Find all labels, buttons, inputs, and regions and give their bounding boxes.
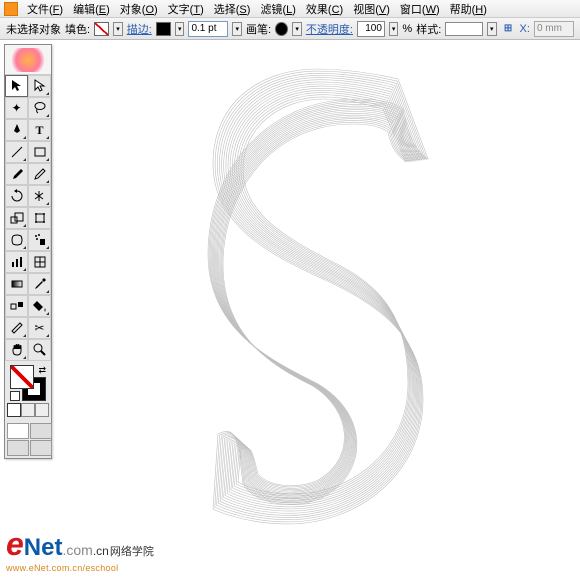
screen-mode-full-menubar[interactable] <box>30 423 52 439</box>
pen-tool[interactable] <box>5 119 28 141</box>
color-mode-solid[interactable] <box>7 403 21 417</box>
fill-label: 填色: <box>65 21 90 37</box>
menu-view[interactable]: 视图(V) <box>348 1 395 17</box>
align-icon[interactable]: ⊞ <box>501 21 516 37</box>
blend-tool[interactable] <box>5 295 28 317</box>
menu-type[interactable]: 文字(T) <box>163 1 209 17</box>
menu-window[interactable]: 窗口(W) <box>395 1 445 17</box>
type-tool[interactable]: T <box>28 119 51 141</box>
color-mode-gradient[interactable] <box>21 403 35 417</box>
gradient-tool[interactable] <box>5 273 28 295</box>
selection-status: 未选择对象 <box>6 21 61 37</box>
reflect-tool[interactable] <box>28 185 51 207</box>
rectangle-tool[interactable] <box>28 141 51 163</box>
screen-mode-full[interactable] <box>7 440 29 456</box>
fill-swatch[interactable] <box>94 22 109 36</box>
opacity-dropdown[interactable]: ▾ <box>389 22 399 36</box>
rotate-tool[interactable] <box>5 185 28 207</box>
watermark-cn-chars: 网络学院 <box>110 546 154 558</box>
artwork-s-shape <box>158 54 478 557</box>
swap-colors-icon[interactable]: ⇄ <box>38 365 46 376</box>
stroke-weight-input[interactable] <box>188 21 228 37</box>
screen-mode-standard[interactable] <box>7 423 29 439</box>
style-label: 样式: <box>416 21 441 37</box>
live-paint-bucket-tool[interactable] <box>28 295 51 317</box>
scale-tool[interactable] <box>5 207 28 229</box>
selection-tool[interactable] <box>5 75 28 97</box>
opacity-unit: % <box>402 23 412 35</box>
eyedropper-tool[interactable] <box>28 273 51 295</box>
style-dropdown[interactable]: ▾ <box>487 22 497 36</box>
watermark-cn: .cn <box>93 544 109 558</box>
toolbox: ✦ T ✂ ⇄ <box>4 44 52 459</box>
fill-color-icon[interactable] <box>10 365 34 389</box>
scissors-tool[interactable]: ✂ <box>28 317 51 339</box>
screen-modes <box>5 421 51 458</box>
menu-effect[interactable]: 效果(C) <box>301 1 348 17</box>
color-area: ⇄ <box>5 361 51 421</box>
default-colors-icon[interactable] <box>10 391 20 401</box>
opacity-input[interactable] <box>357 21 385 37</box>
hand-tool[interactable] <box>5 339 28 361</box>
flower-icon <box>7 48 49 72</box>
opacity-label[interactable]: 不透明度: <box>306 21 353 37</box>
mesh-tool[interactable] <box>28 251 51 273</box>
stroke-label[interactable]: 描边: <box>127 21 152 37</box>
direct-selection-tool[interactable] <box>28 75 51 97</box>
menu-filter[interactable]: 滤镜(L) <box>255 1 300 17</box>
tool-grid: ✦ T ✂ <box>5 75 51 361</box>
magic-wand-tool[interactable]: ✦ <box>5 97 28 119</box>
brush-label: 画笔: <box>246 21 271 37</box>
menu-bar: 文件(F) 编辑(E) 对象(O) 文字(T) 选择(S) 滤镜(L) 效果(C… <box>0 0 580 18</box>
menu-edit[interactable]: 编辑(E) <box>68 1 115 17</box>
app-icon <box>4 2 18 16</box>
stroke-weight-dropdown[interactable]: ▾ <box>232 22 242 36</box>
stroke-swatch[interactable] <box>156 22 171 36</box>
slice-tool[interactable] <box>5 317 28 339</box>
lasso-tool[interactable] <box>28 97 51 119</box>
color-mode-none[interactable] <box>35 403 49 417</box>
canvas-area[interactable] <box>56 44 580 577</box>
fill-stroke-indicator[interactable]: ⇄ <box>10 365 46 401</box>
x-label: X: <box>520 23 530 35</box>
watermark-e: e <box>6 526 24 562</box>
menu-object[interactable]: 对象(O) <box>115 1 163 17</box>
watermark: eNet.com.cn 网络学院 www.eNet.com.cn/eschool <box>6 526 154 573</box>
watermark-url: www.eNet.com.cn/eschool <box>6 563 154 573</box>
symbol-sprayer-tool[interactable] <box>28 229 51 251</box>
watermark-com: .com <box>62 542 92 558</box>
menu-help[interactable]: 帮助(H) <box>445 1 492 17</box>
warp-tool[interactable] <box>5 229 28 251</box>
line-tool[interactable] <box>5 141 28 163</box>
toolbox-header[interactable] <box>5 45 51 75</box>
menu-select[interactable]: 选择(S) <box>209 1 256 17</box>
paintbrush-tool[interactable] <box>5 163 28 185</box>
stroke-dropdown[interactable]: ▾ <box>175 22 185 36</box>
watermark-net: Net <box>24 534 63 561</box>
fill-dropdown[interactable]: ▾ <box>113 22 123 36</box>
brush-dropdown[interactable]: ▾ <box>292 22 302 36</box>
options-bar: 未选择对象 填色: ▾ 描边: ▾ ▾ 画笔: ▾ 不透明度: ▾ % 样式: … <box>0 18 580 40</box>
zoom-tool[interactable] <box>28 339 51 361</box>
screen-mode-presentation[interactable] <box>30 440 52 456</box>
color-mode-row <box>7 403 49 417</box>
pencil-tool[interactable] <box>28 163 51 185</box>
brush-preview[interactable] <box>275 22 288 36</box>
menu-file[interactable]: 文件(F) <box>22 1 68 17</box>
x-input[interactable] <box>534 21 574 37</box>
style-swatch[interactable] <box>445 22 483 36</box>
free-transform-tool[interactable] <box>28 207 51 229</box>
column-graph-tool[interactable] <box>5 251 28 273</box>
